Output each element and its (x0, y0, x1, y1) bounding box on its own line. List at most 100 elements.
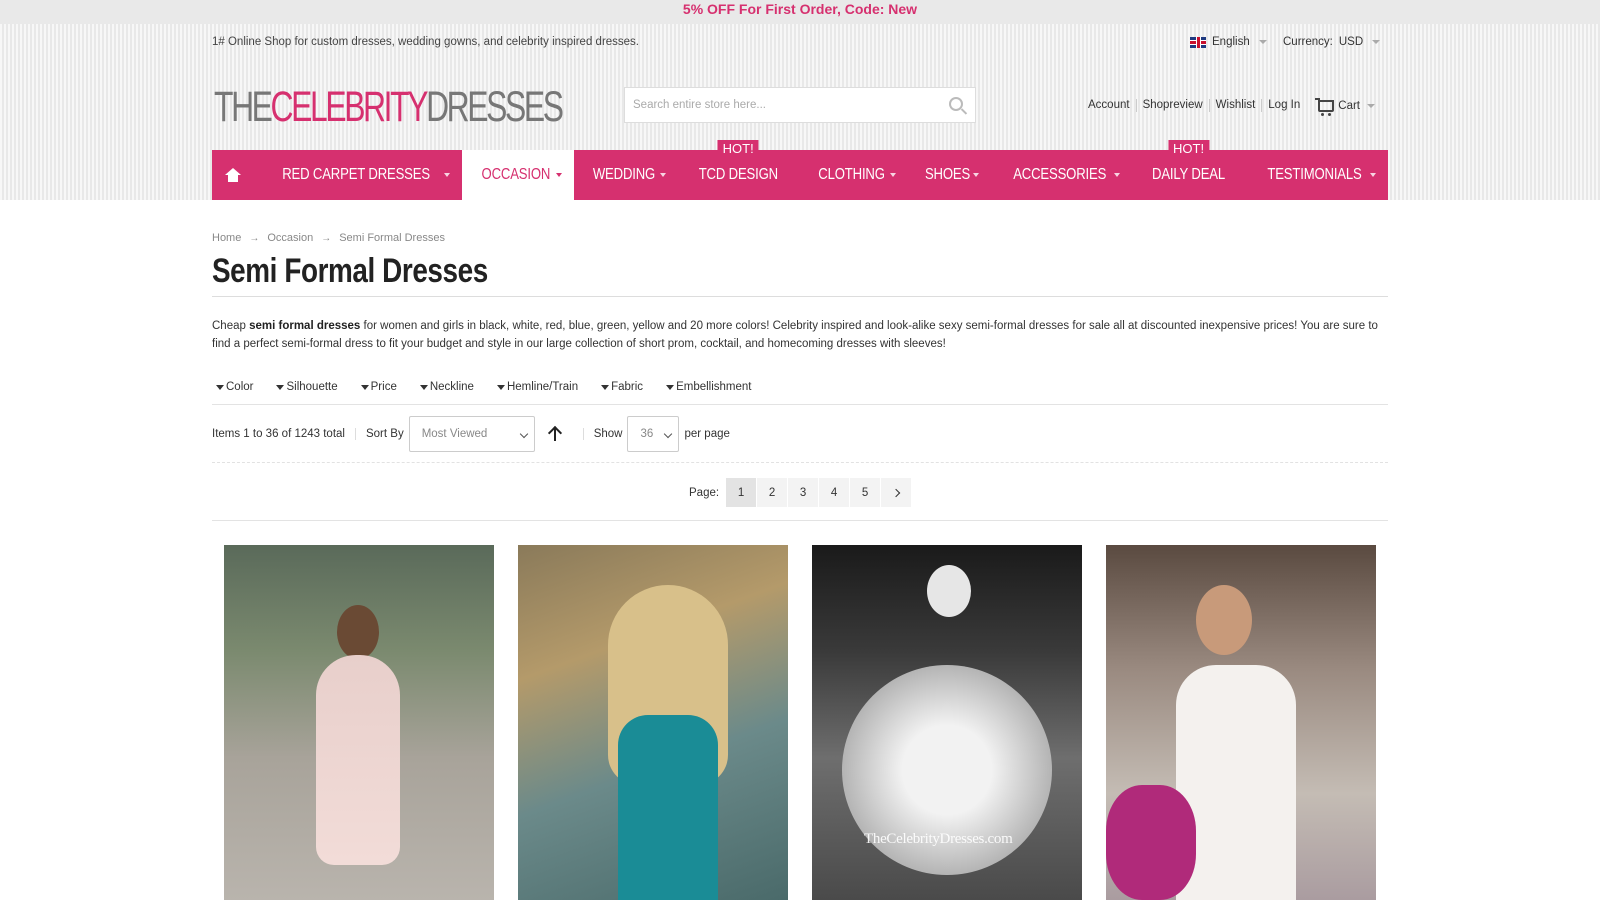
category-description: Cheap semi formal dresses for women and … (212, 318, 1388, 353)
login-link[interactable]: Log In (1261, 99, 1306, 112)
page-5[interactable]: 5 (850, 478, 882, 507)
chevron-down-icon (1258, 40, 1267, 44)
nav-clothing[interactable]: CLOTHING (799, 150, 908, 200)
nav-label: TCD DESIGN (698, 166, 778, 183)
page-1[interactable]: 1 (726, 478, 758, 507)
home-icon (225, 168, 241, 182)
pager-label: Page: (689, 486, 720, 499)
sort-label: Sort By (365, 428, 404, 440)
chevron-down-icon (1372, 40, 1381, 44)
cart-label: Cart (1338, 99, 1360, 112)
caret-down-icon (216, 384, 224, 390)
chevron-down-icon (664, 429, 673, 439)
nav-testimonials[interactable]: TESTIMONIALS (1245, 150, 1388, 200)
product-photo-detail (1196, 585, 1252, 655)
search-box (624, 87, 976, 123)
nav-label: DAILY DEAL (1152, 166, 1226, 183)
nav-daily-deal[interactable]: Hot! DAILY DEAL (1132, 140, 1245, 200)
search-input[interactable] (625, 88, 925, 122)
filter-label: Hemline/Train (506, 381, 579, 393)
search-icon[interactable] (949, 97, 963, 111)
nav-home[interactable] (212, 150, 254, 200)
wishlist-link[interactable]: Wishlist (1208, 99, 1262, 112)
description-bold: semi formal dresses (249, 320, 361, 332)
cart-icon (1315, 97, 1335, 116)
currency-label: Currency: (1283, 36, 1333, 48)
page-2[interactable]: 2 (757, 478, 789, 507)
per-page-label: per page (684, 428, 730, 440)
currency-value: USD (1338, 36, 1364, 48)
product-photo-detail (1106, 785, 1196, 900)
tagline: 1# Online Shop for custom dresses, weddi… (212, 36, 640, 48)
chevron-down-icon (889, 173, 896, 177)
nav-label: SHOES (924, 166, 970, 183)
promo-banner[interactable]: 5% OFF For First Order, Code: New (0, 0, 1600, 24)
items-count: Items 1 to 36 of 1243 total (212, 428, 345, 440)
nav-tcd-design[interactable]: Hot! TCD DESIGN (678, 140, 799, 200)
product-image[interactable] (224, 545, 494, 900)
breadcrumb-current: Semi Formal Dresses (339, 232, 445, 244)
description-text: Cheap (212, 320, 250, 332)
filter-neckline[interactable]: Neckline (419, 381, 474, 393)
filter-silhouette[interactable]: Silhouette (276, 381, 338, 393)
product-image[interactable] (1106, 545, 1376, 900)
nav-label: TESTIMONIALS (1267, 166, 1362, 183)
filter-color[interactable]: Color (216, 381, 253, 393)
logo-part-dresses: DRESSES (426, 83, 564, 131)
product-photo-detail (927, 565, 971, 617)
pagination: Page: 1 2 3 4 5 (689, 478, 913, 507)
sort-value: Most Viewed (421, 428, 488, 440)
shopreview-link[interactable]: Shopreview (1135, 99, 1209, 112)
caret-down-icon (601, 384, 610, 390)
chevron-down-icon (1367, 103, 1375, 108)
page-4[interactable]: 4 (819, 478, 851, 507)
nav-accessories[interactable]: ACCESSORIES (991, 150, 1132, 200)
cart-button[interactable]: Cart (1315, 97, 1375, 116)
chevron-down-icon (444, 173, 451, 177)
account-link[interactable]: Account (1088, 99, 1136, 112)
chevron-down-icon (972, 173, 979, 177)
product-image[interactable] (518, 545, 788, 900)
currency-selector[interactable]: Currency: USD (1283, 36, 1381, 48)
sort-select[interactable]: Most Viewed (408, 416, 535, 452)
nav-red-carpet-dresses[interactable]: RED CARPET DRESSES (254, 150, 462, 200)
nav-shoes[interactable]: SHOES (908, 150, 991, 200)
filter-label: Price (370, 381, 397, 393)
hot-badge: Hot! (717, 140, 759, 158)
per-page-select[interactable]: 36 (627, 416, 680, 452)
chevron-down-icon (1370, 173, 1376, 177)
image-watermark: TheCelebrityDresses.com (864, 831, 1013, 847)
nav-label: WEDDING (592, 166, 656, 183)
nav-wedding[interactable]: WEDDING (574, 150, 678, 200)
chevron-down-icon (555, 173, 562, 177)
next-page[interactable] (881, 478, 913, 507)
product-photo-detail (316, 655, 400, 865)
page-3[interactable]: 3 (788, 478, 820, 507)
language-selector[interactable]: English (1190, 36, 1267, 48)
divider (212, 296, 1388, 297)
nav-label: ACCESSORIES (1012, 166, 1106, 183)
filter-embellishment[interactable]: Embellishment (666, 381, 751, 393)
chevron-right-icon (891, 488, 901, 497)
account-links: Account Shopreview Wishlist Log In Cart (1088, 97, 1375, 116)
filter-label: Silhouette (286, 381, 338, 393)
per-page-value: 36 (640, 428, 654, 440)
nav-label: RED CARPET DRESSES (282, 166, 430, 183)
description-text: for women and girls in black, white, red… (212, 320, 1378, 350)
breadcrumb-occasion[interactable]: Occasion (267, 232, 313, 244)
arrow-right-icon: → (249, 232, 260, 244)
site-logo[interactable]: THECELEBRITYDRESSES (214, 83, 564, 131)
filter-label: Fabric (611, 381, 644, 393)
logo-part-the: THE (214, 83, 273, 131)
product-image[interactable]: TheCelebrityDresses.com (812, 545, 1082, 900)
product-photo-detail (618, 715, 718, 900)
filter-price[interactable]: Price (360, 381, 397, 393)
sort-direction-arrow-up-icon[interactable] (545, 424, 565, 444)
nav-label: OCCASION (481, 166, 551, 183)
uk-flag-icon (1190, 36, 1206, 48)
product-photo-detail (337, 605, 379, 659)
filter-fabric[interactable]: Fabric (601, 381, 643, 393)
nav-occasion[interactable]: OCCASION (462, 150, 574, 200)
breadcrumb-home[interactable]: Home (212, 232, 241, 244)
filter-hemline[interactable]: Hemline/Train (496, 381, 579, 393)
